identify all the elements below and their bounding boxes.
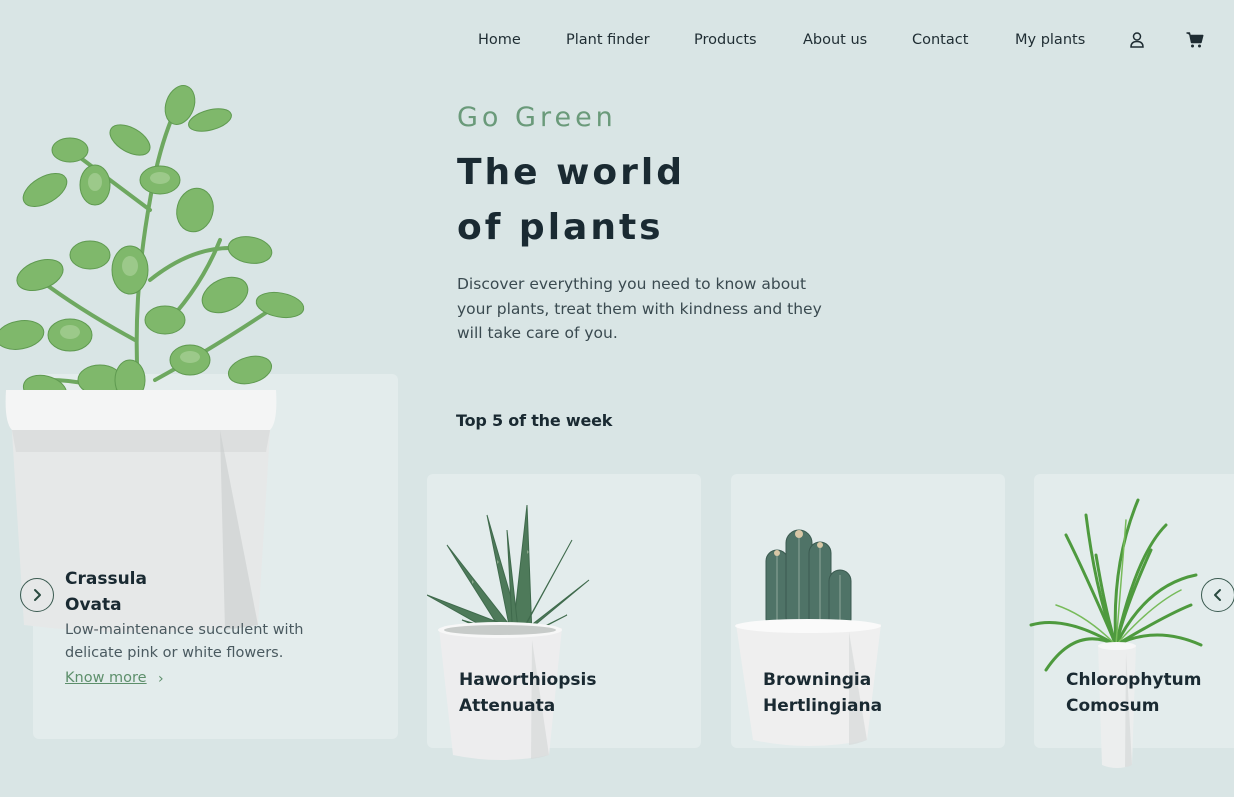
carousel-prev-button[interactable]: [1201, 578, 1234, 612]
product-name-line2: Attenuata: [459, 696, 556, 716]
featured-name-line2: Ovata: [65, 595, 122, 615]
hero-eyebrow: Go Green: [457, 102, 617, 133]
nav-contact[interactable]: Contact: [912, 32, 968, 48]
nav-products[interactable]: Products: [694, 32, 757, 48]
chevron-right-icon[interactable]: ›: [158, 671, 164, 687]
top-five-title: Top 5 of the week: [456, 411, 613, 430]
product-name: Haworthiopsis Attenuata: [459, 667, 596, 719]
hero-title-line1: The world: [457, 152, 685, 193]
hero-title: The world of plants: [457, 145, 685, 255]
user-icon[interactable]: [1127, 30, 1147, 50]
browningia-image: [735, 529, 881, 746]
carousel-next-button[interactable]: [20, 578, 54, 612]
product-name: Chlorophytum Comosum: [1066, 667, 1201, 719]
crassula-ovata-image: [0, 85, 305, 633]
product-name-line2: Comosum: [1066, 696, 1160, 716]
product-name-line1: Haworthiopsis: [459, 670, 597, 690]
know-more-link[interactable]: Know more: [65, 670, 147, 686]
nav-my-plants[interactable]: My plants: [1015, 32, 1085, 48]
hero-description: Discover everything you need to know abo…: [457, 275, 822, 342]
product-name: Browningia Hertlingiana: [763, 667, 882, 719]
chevron-left-icon: [1214, 589, 1221, 601]
nav-about-us[interactable]: About us: [803, 32, 867, 48]
featured-description: Low-maintenance succulent with delicate …: [65, 622, 304, 661]
haworthiopsis-image: [427, 504, 590, 760]
nav-home[interactable]: Home: [478, 32, 521, 48]
hero-title-line2: of plants: [457, 207, 664, 248]
product-name-line1: Chlorophytum: [1066, 670, 1202, 690]
featured-name-line1: Crassula: [65, 569, 147, 589]
chlorophytum-image: [1029, 498, 1203, 768]
nav-plant-finder[interactable]: Plant finder: [566, 32, 650, 48]
cart-icon[interactable]: [1185, 30, 1205, 50]
featured-name: Crassula Ovata: [65, 566, 147, 618]
product-name-line2: Hertlingiana: [763, 696, 883, 716]
chevron-right-icon: [34, 589, 41, 601]
product-name-line1: Browningia: [763, 670, 872, 690]
top-nav: Home Plant finder Products About us Cont…: [0, 28, 1234, 54]
